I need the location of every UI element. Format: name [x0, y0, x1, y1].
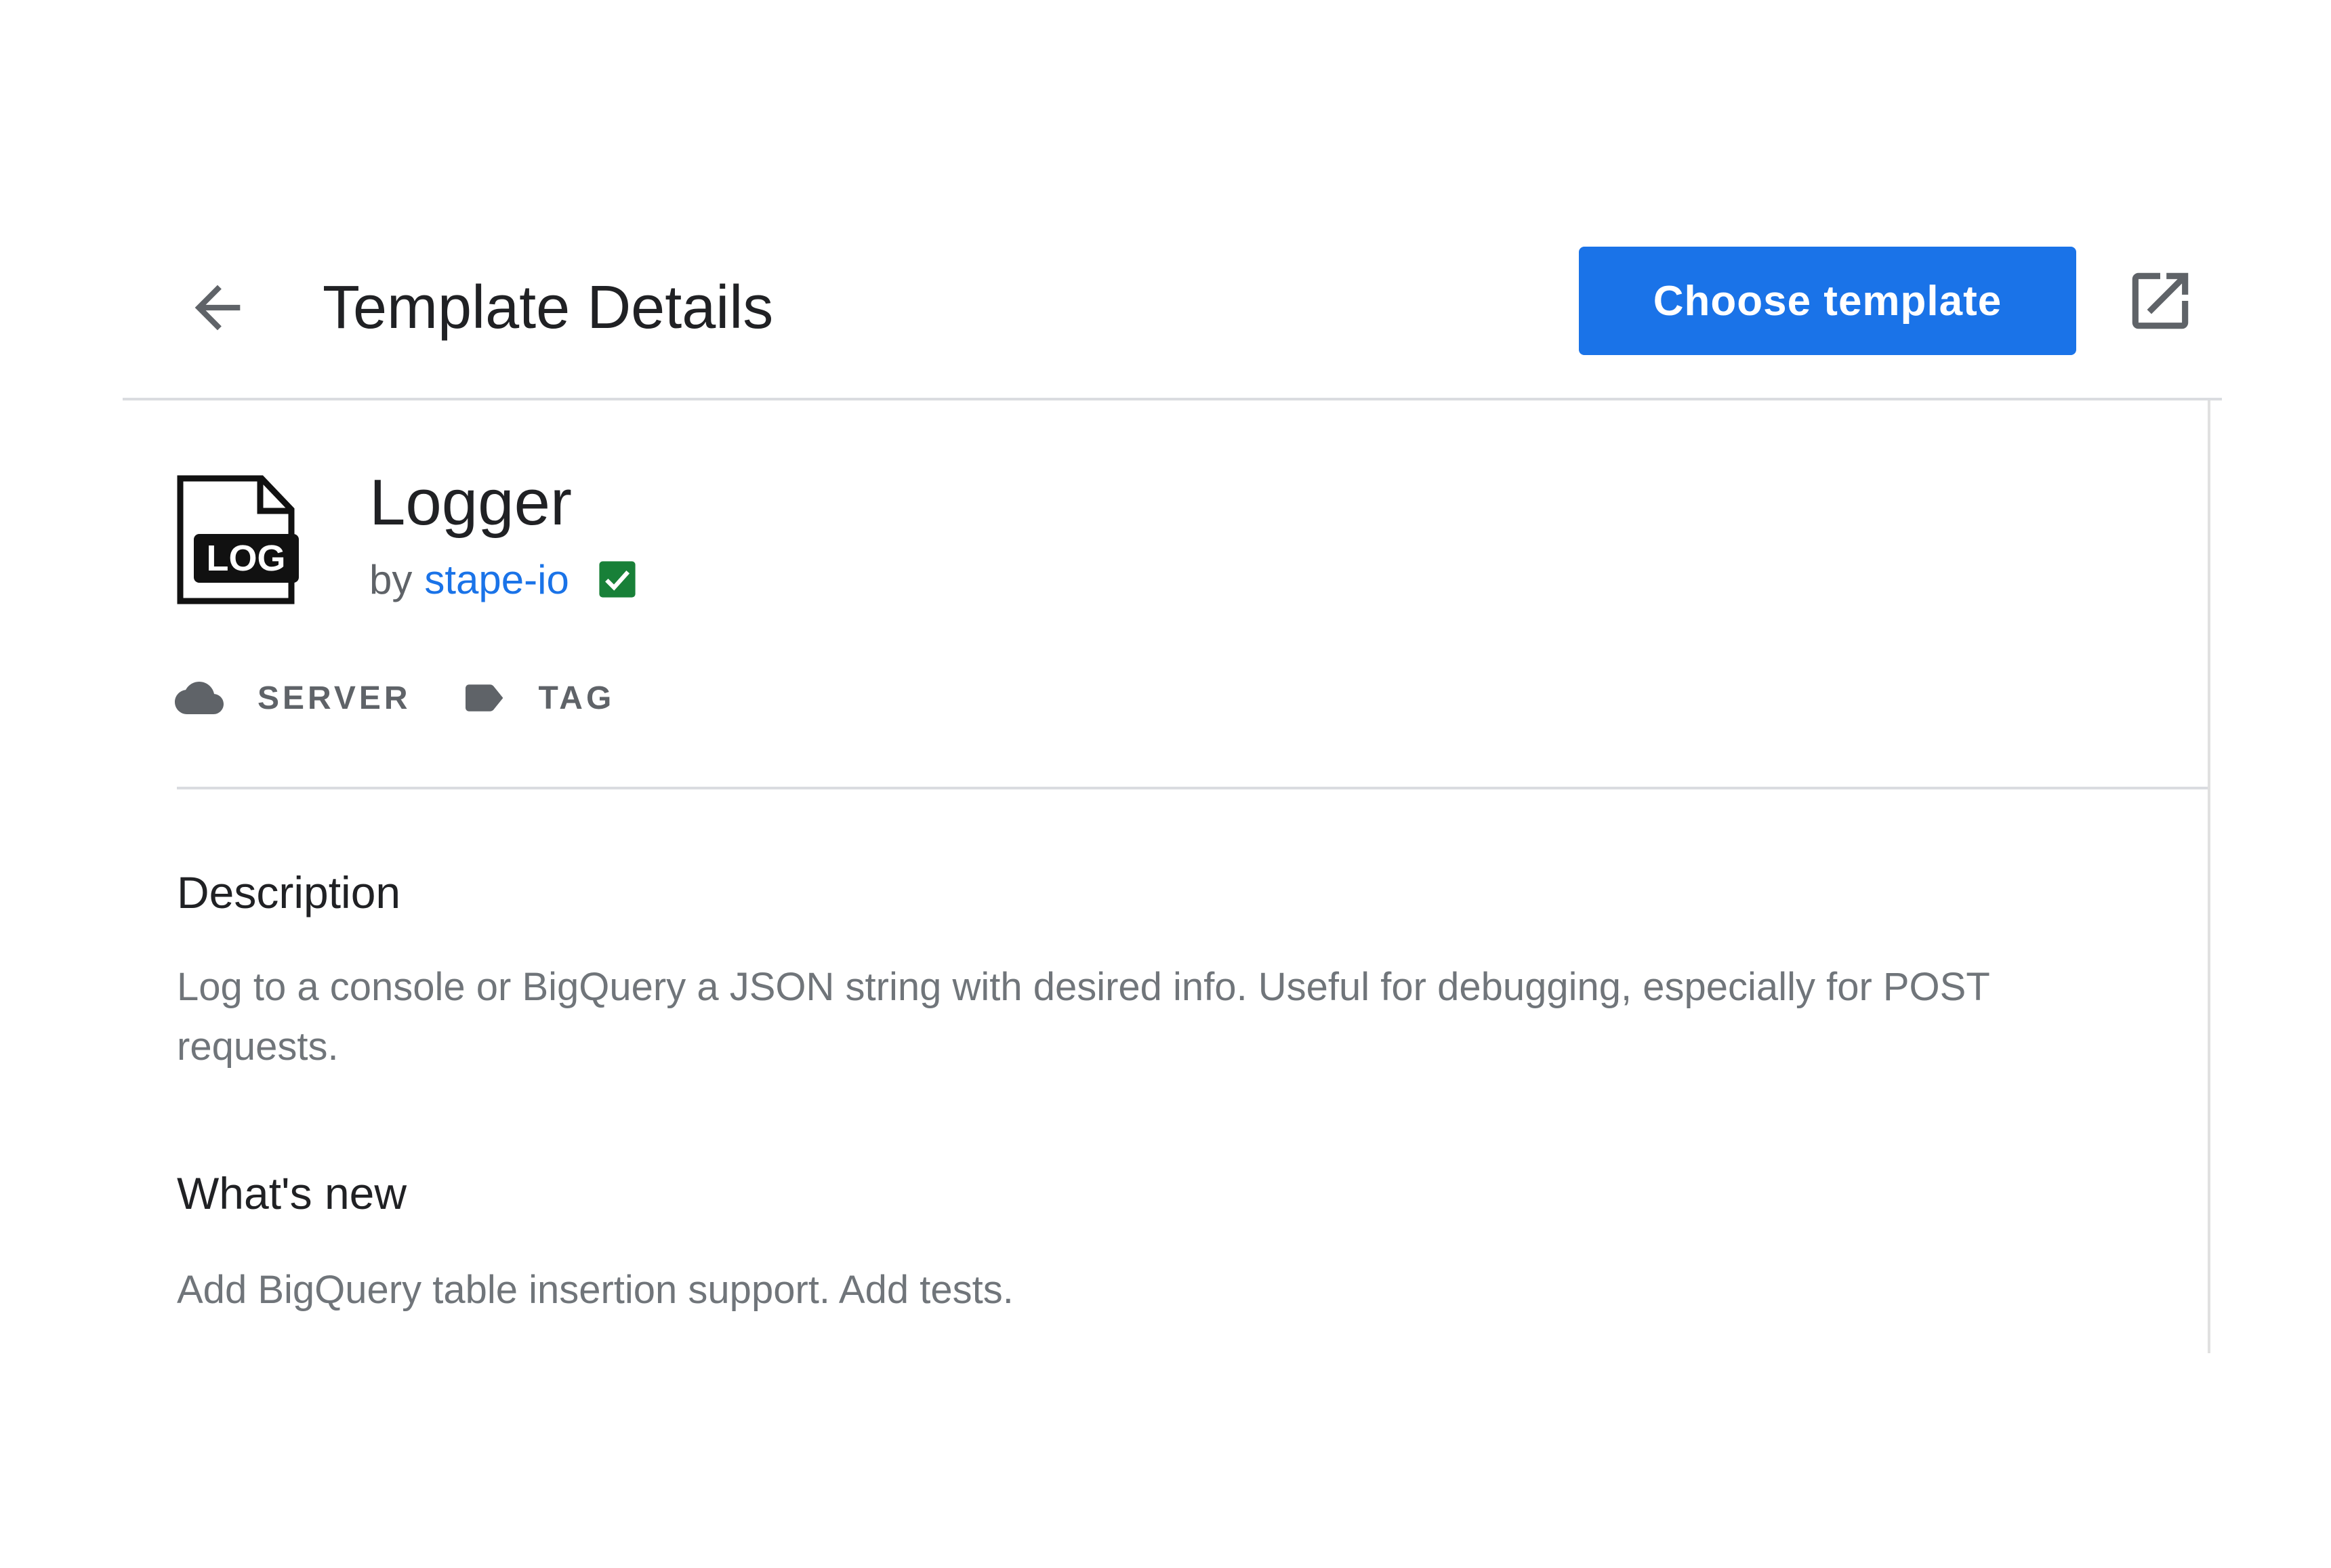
author-prefix: by	[369, 556, 413, 602]
page-header: Template Details Choose template	[123, 247, 2222, 398]
author-link[interactable]: stape-io	[424, 556, 569, 603]
description-heading: Description	[177, 867, 401, 917]
chip-server: SERVER	[175, 680, 411, 717]
open-external-button[interactable]	[2123, 264, 2198, 338]
verified-check-icon	[599, 561, 636, 598]
label-icon	[465, 684, 503, 711]
whats-new-body: Add BigQuery table insertion support. Ad…	[177, 1268, 1014, 1312]
chip-tag: TAG	[465, 680, 615, 717]
author-line: by stape-io	[369, 549, 637, 610]
template-chips: SERVER TAG	[175, 671, 615, 725]
template-name: Logger	[369, 466, 572, 539]
page-title: Template Details	[323, 274, 774, 342]
cloud-icon	[175, 682, 224, 714]
choose-template-button[interactable]: Choose template	[1579, 247, 2076, 355]
log-file-icon: LOG	[175, 474, 300, 606]
arrow-left-icon	[194, 285, 241, 331]
header-divider	[123, 398, 2222, 400]
open-in-new-icon	[2132, 272, 2189, 329]
log-icon-label: LOG	[207, 538, 286, 579]
description-body: Log to a console or BigQuery a JSON stri…	[177, 965, 1989, 1069]
chip-tag-label: TAG	[538, 680, 615, 716]
whats-new-heading: What's new	[177, 1168, 407, 1218]
back-button[interactable]	[184, 274, 251, 342]
panel-right-border	[2208, 400, 2210, 1353]
section-divider	[177, 787, 2208, 789]
chip-server-label: SERVER	[257, 680, 411, 716]
